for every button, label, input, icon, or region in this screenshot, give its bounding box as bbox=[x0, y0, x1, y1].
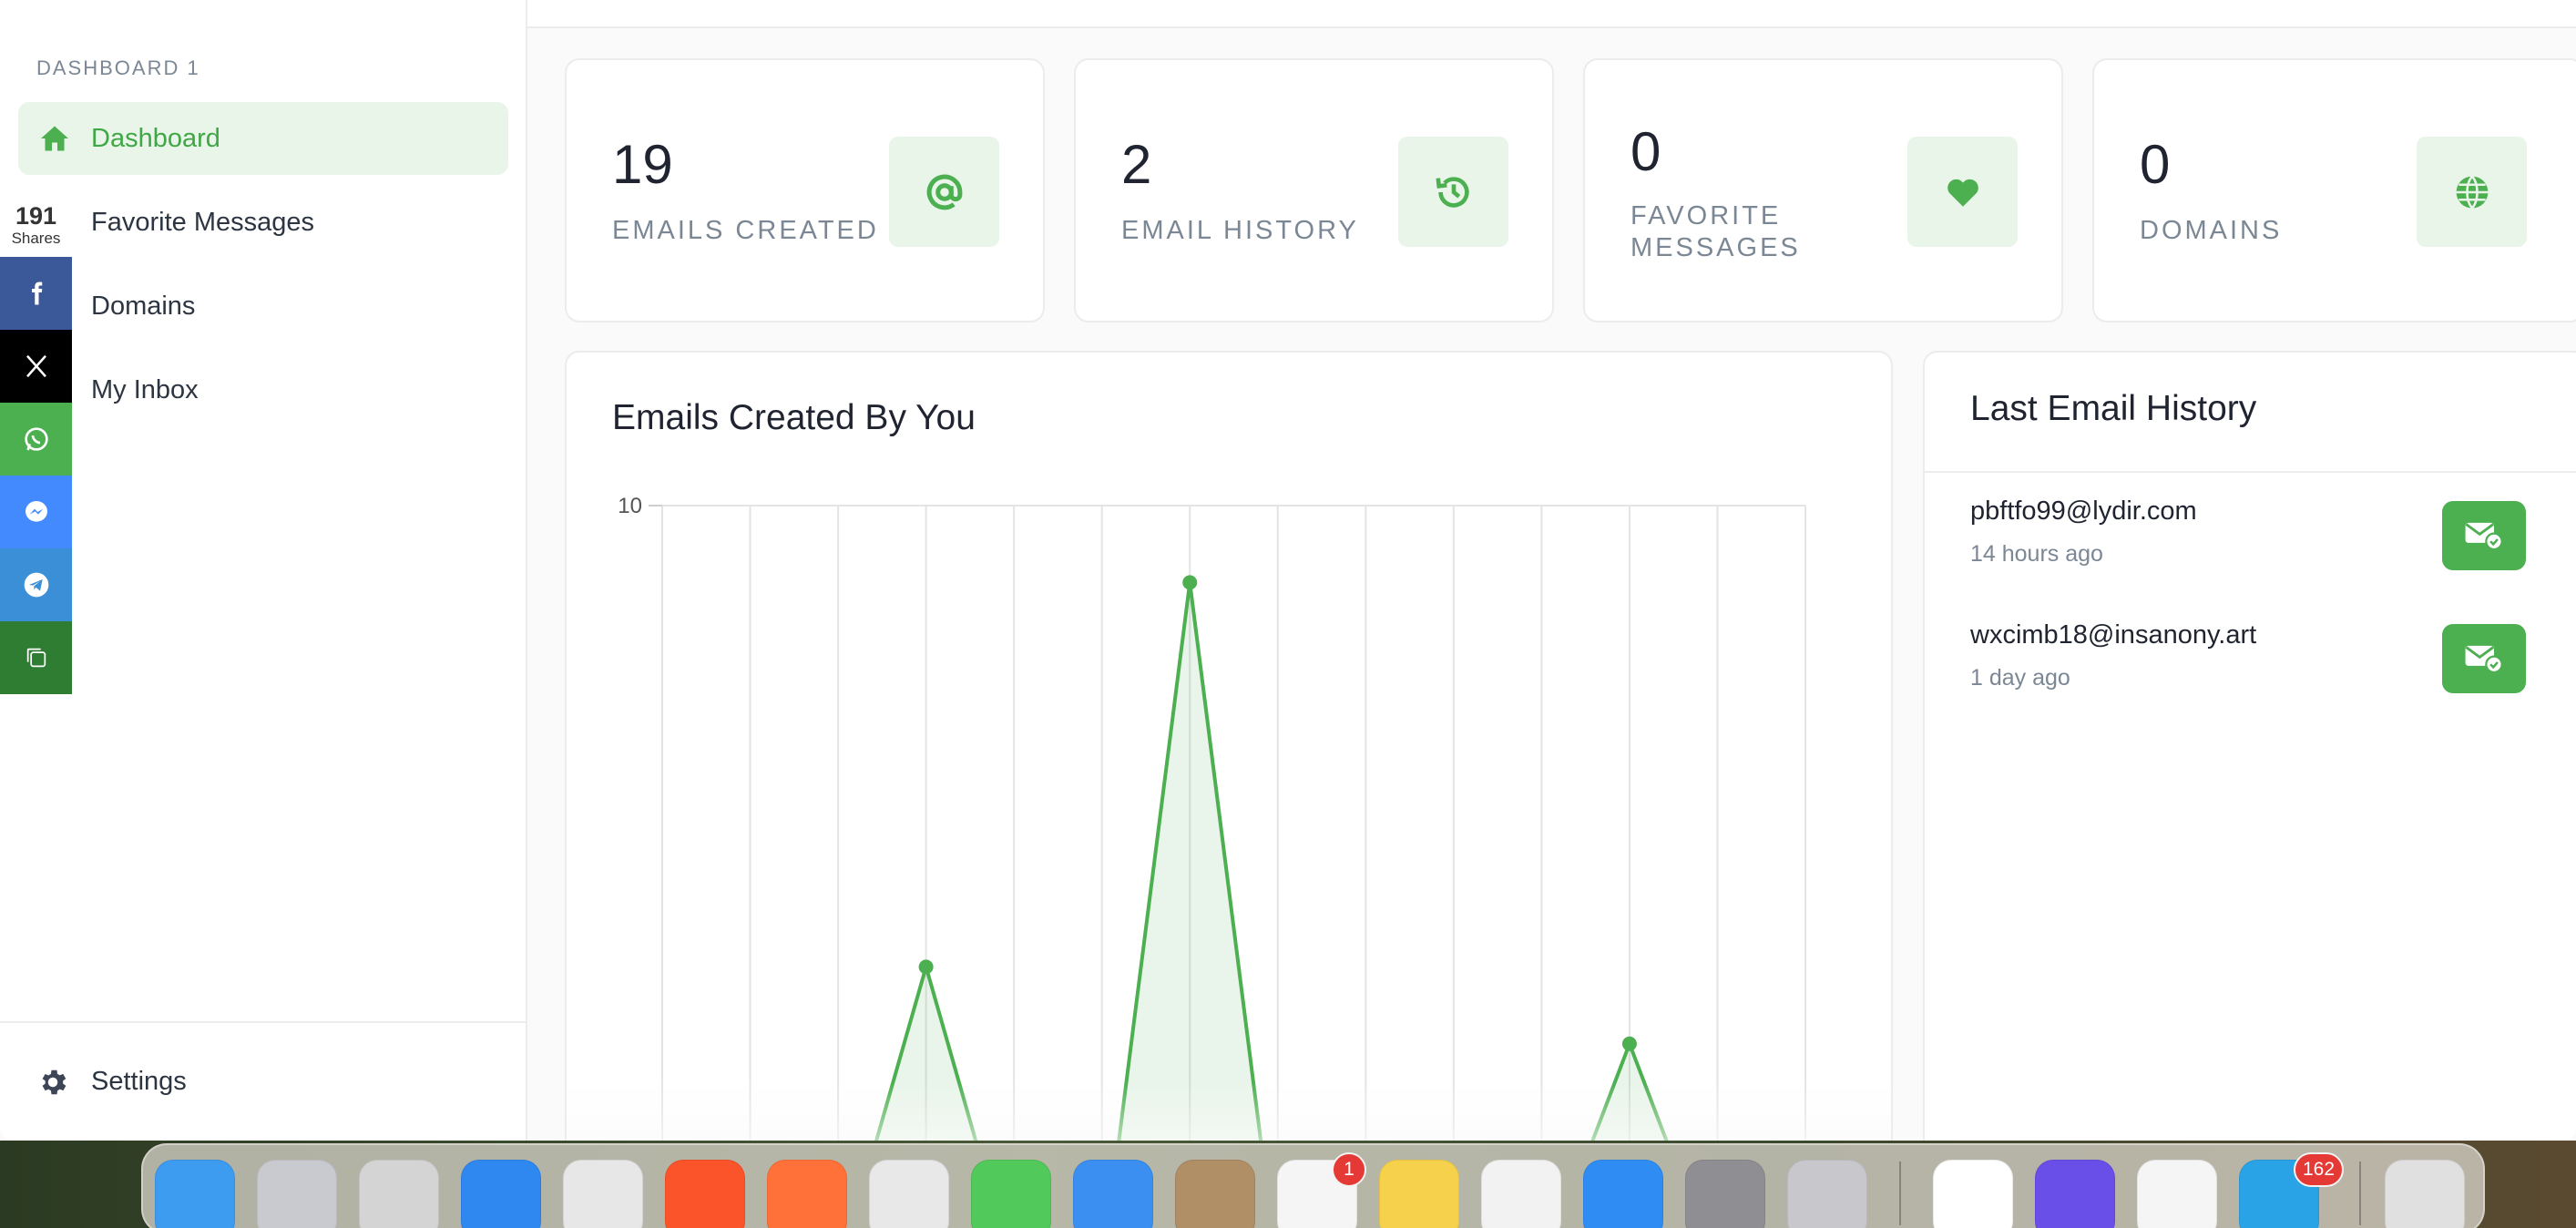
copy-icon bbox=[26, 648, 46, 668]
sidebar-divider bbox=[0, 1021, 527, 1023]
sidebar-item-label: Dashboard bbox=[91, 123, 220, 153]
stat-card-domains: 0 DOMAINS bbox=[2092, 58, 2576, 322]
heart-icon bbox=[1907, 137, 2018, 247]
history-icon bbox=[1398, 137, 1508, 247]
safari-icon[interactable] bbox=[461, 1160, 541, 1228]
telegram-share-button[interactable] bbox=[0, 548, 72, 621]
last-email-history-card: Last Email History pbftfo99@lydir.com 14… bbox=[1923, 351, 2576, 1141]
app-store-icon[interactable] bbox=[1583, 1160, 1663, 1228]
stat-value: 0 bbox=[2140, 134, 2171, 195]
at-icon bbox=[889, 137, 999, 247]
messenger-icon bbox=[25, 501, 47, 522]
history-title: Last Email History bbox=[1970, 389, 2257, 428]
dock-separator bbox=[2359, 1161, 2361, 1225]
contacts-icon[interactable] bbox=[1175, 1160, 1255, 1228]
sidebar-item-my-inbox[interactable]: My Inbox bbox=[18, 353, 508, 426]
sidebar-item-label: Favorite Messages bbox=[91, 207, 314, 237]
notification-badge: 162 bbox=[2294, 1152, 2345, 1187]
mail-check-icon bbox=[2465, 522, 2503, 551]
opera-icon[interactable] bbox=[869, 1160, 949, 1228]
stat-label: EMAILS CREATED bbox=[612, 216, 879, 245]
settings-label: Settings bbox=[91, 1067, 187, 1096]
stat-value: 2 bbox=[1121, 134, 1152, 195]
stat-label: DOMAINS bbox=[2140, 216, 2283, 245]
system-settings-icon[interactable] bbox=[1685, 1160, 1765, 1228]
mail-icon[interactable] bbox=[1073, 1160, 1153, 1228]
chrome-icon[interactable] bbox=[563, 1160, 643, 1228]
whatsapp-share-button[interactable] bbox=[0, 403, 72, 476]
stat-value: 0 bbox=[1630, 121, 1661, 182]
launchpad-icon[interactable] bbox=[257, 1160, 337, 1228]
trash-icon[interactable] bbox=[2385, 1160, 2465, 1228]
stat-card-emails-created: 19 EMAILS CREATED bbox=[565, 58, 1045, 322]
textedit-icon[interactable] bbox=[1481, 1160, 1561, 1228]
chart-fade bbox=[567, 1081, 1891, 1141]
screenshot-icon[interactable] bbox=[359, 1160, 439, 1228]
open-inbox-button[interactable] bbox=[2442, 624, 2526, 693]
emails-created-chart: 10 bbox=[567, 494, 1891, 1141]
whatsapp-icon bbox=[24, 427, 48, 451]
x-icon bbox=[26, 354, 46, 378]
telegram-icon bbox=[24, 572, 48, 598]
stat-card-email-history: 2 EMAIL HISTORY bbox=[1074, 58, 1554, 322]
sidebar-item-favorite-messages[interactable]: Favorite Messages bbox=[18, 186, 508, 259]
stat-value: 19 bbox=[612, 134, 673, 195]
data-point bbox=[918, 959, 934, 975]
mail-check-icon bbox=[2465, 645, 2503, 674]
share-count-number: 191 bbox=[15, 202, 57, 230]
copy-link-button[interactable] bbox=[0, 621, 72, 694]
sidebar-item-dashboard[interactable]: Dashboard bbox=[18, 102, 508, 175]
y-tick-label: 10 bbox=[618, 494, 642, 518]
sidebar-item-domains[interactable]: Domains bbox=[18, 270, 508, 343]
x-share-button[interactable] bbox=[0, 330, 72, 403]
stat-label-line1: FAVORITE bbox=[1630, 201, 1782, 230]
facebook-share-button[interactable] bbox=[0, 257, 72, 330]
sidebar-item-label: My Inbox bbox=[91, 374, 199, 404]
facebook-icon bbox=[31, 281, 42, 305]
share-count-label: Shares bbox=[11, 230, 61, 247]
dock-separator bbox=[1899, 1161, 1901, 1225]
finder-icon[interactable] bbox=[155, 1160, 235, 1228]
data-point bbox=[1182, 575, 1198, 590]
history-divider bbox=[1925, 471, 2576, 473]
messenger-share-button[interactable] bbox=[0, 476, 72, 548]
tasks-icon[interactable] bbox=[2137, 1160, 2217, 1228]
iphone-mirroring-icon[interactable] bbox=[1787, 1160, 1867, 1228]
home-icon bbox=[41, 126, 68, 151]
messages-icon[interactable] bbox=[971, 1160, 1051, 1228]
open-inbox-button[interactable] bbox=[2442, 501, 2526, 570]
notion-icon[interactable] bbox=[1933, 1160, 2013, 1228]
data-point bbox=[1621, 1036, 1637, 1051]
globe-icon bbox=[2417, 137, 2527, 247]
notes-icon[interactable] bbox=[1379, 1160, 1459, 1228]
notification-badge: 1 bbox=[1332, 1152, 1366, 1187]
chart-card: Emails Created By You 10 bbox=[565, 351, 1893, 1141]
firefox-icon[interactable] bbox=[767, 1160, 847, 1228]
stat-label: FAVORITE MESSAGES bbox=[1630, 200, 1801, 264]
stat-label: EMAIL HISTORY bbox=[1121, 216, 1359, 245]
share-count: 191 Shares bbox=[0, 202, 72, 248]
sidebar-item-settings[interactable]: Settings bbox=[18, 1046, 508, 1119]
sidebar-section-title: DASHBOARD 1 bbox=[36, 56, 200, 79]
sidebar: DASHBOARD 1 Dashboard Favorite Messages … bbox=[0, 0, 527, 1141]
brave-icon[interactable] bbox=[665, 1160, 745, 1228]
stat-card-favorite-messages: 0 FAVORITE MESSAGES bbox=[1583, 58, 2063, 322]
sidebar-item-label: Domains bbox=[91, 291, 196, 321]
stat-label-line2: MESSAGES bbox=[1630, 233, 1801, 262]
firefox-dev-icon[interactable] bbox=[2035, 1160, 2115, 1228]
gear-icon bbox=[42, 1069, 66, 1095]
browser-window: DASHBOARD 1 Dashboard Favorite Messages … bbox=[0, 0, 2576, 1141]
